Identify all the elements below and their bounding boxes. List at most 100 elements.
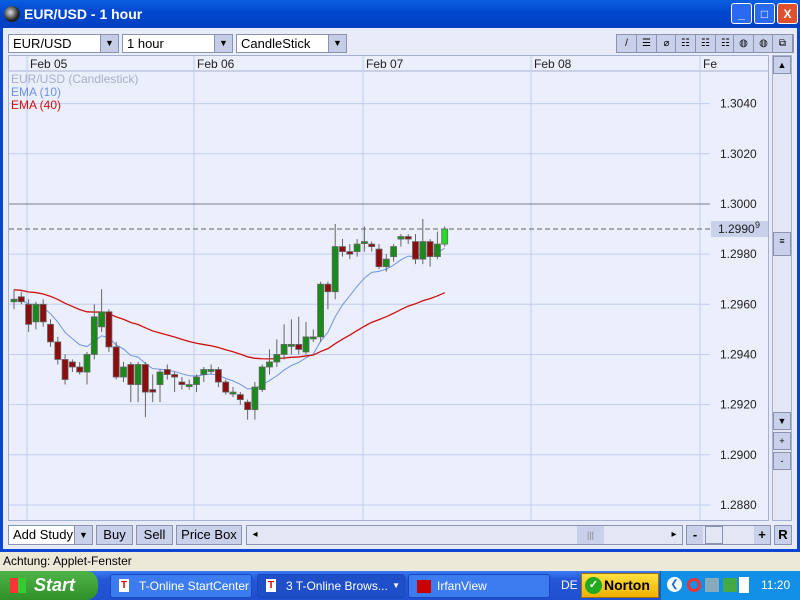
candle — [353, 243, 361, 253]
candle — [404, 236, 412, 240]
candle — [222, 381, 230, 393]
scroll-down-icon[interactable]: ▼ — [773, 412, 791, 430]
candle — [47, 323, 54, 343]
candle — [397, 236, 405, 240]
start-button[interactable]: Start — [0, 571, 98, 600]
norton-button[interactable]: ✓ Norton — [581, 573, 659, 598]
period-select[interactable]: 1 hour ▼ — [122, 34, 233, 53]
messenger-icon[interactable] — [723, 578, 737, 592]
hlines-tool-icon[interactable]: ☰ — [637, 35, 657, 52]
app-icon — [4, 6, 20, 22]
t-online-icon: T — [266, 579, 277, 592]
candle — [76, 366, 84, 373]
chevron-down-icon[interactable]: ▼ — [214, 35, 232, 52]
detach-window-icon[interactable]: ⧉ — [773, 35, 793, 52]
candle — [214, 369, 222, 383]
detach-tools: ⧉ — [772, 34, 794, 53]
task-browser[interactable]: T 3 T-Online Brows... ▼ — [257, 574, 405, 598]
candle — [273, 354, 281, 363]
candle — [156, 371, 164, 385]
legend-main: EUR/USD (Candlestick) — [11, 72, 139, 86]
candle — [61, 359, 69, 380]
grid-icon[interactable]: ☷ — [676, 35, 696, 52]
candle — [25, 303, 33, 325]
reset-button[interactable]: R — [774, 525, 792, 545]
zoom-minus-button[interactable]: - — [687, 526, 703, 544]
x-tick-label: Feb 08 — [534, 57, 572, 71]
candle — [141, 364, 149, 393]
candle — [178, 381, 186, 385]
task-startcenter[interactable]: T T-Online StartCenter — [110, 574, 252, 598]
add-study-select[interactable]: Add Study ▼ — [8, 525, 93, 545]
chevron-down-icon[interactable]: ▼ — [100, 35, 118, 52]
y-tick-label: 1.2920 — [720, 398, 757, 412]
scroll-left-icon[interactable]: ◂ — [247, 526, 263, 544]
close-button[interactable]: X — [777, 3, 798, 24]
symbol-select[interactable]: EUR/USD ▼ — [8, 34, 119, 53]
candle — [83, 354, 91, 373]
scroll-right-icon[interactable]: ▸ — [666, 526, 682, 544]
candle — [287, 344, 295, 347]
candle — [105, 311, 113, 348]
candle — [324, 283, 332, 293]
window-title: EUR/USD - 1 hour — [24, 6, 143, 22]
scroll-thumb[interactable]: ||| — [577, 526, 604, 544]
color-icon[interactable]: ◍ — [754, 35, 774, 52]
chart-type-value: CandleStick — [241, 36, 311, 51]
candle — [134, 364, 142, 385]
candle — [127, 364, 135, 385]
zoom-in-button[interactable]: + — [773, 432, 791, 450]
vertical-scrollbar[interactable]: ▲ ≡ ▼ + - — [772, 55, 792, 521]
minimize-button[interactable]: _ — [731, 3, 752, 24]
chevron-down-icon[interactable]: ▼ — [74, 526, 92, 544]
grid-tools: ☷ ☷ ☷ — [675, 34, 737, 53]
task-irfanview[interactable]: IrfanView — [408, 574, 550, 598]
candle — [10, 298, 18, 303]
zoom-slider[interactable]: - + — [686, 525, 771, 545]
buy-button[interactable]: Buy — [96, 525, 133, 545]
grid-icon[interactable]: ☷ — [696, 35, 716, 52]
candle — [360, 241, 368, 244]
candle — [302, 336, 310, 353]
candle — [339, 246, 346, 253]
candle — [236, 394, 244, 400]
document-icon[interactable] — [739, 577, 749, 593]
line-tool-icon[interactable]: / — [617, 35, 637, 52]
drawing-tools: / ☰ ⌀ — [616, 34, 678, 53]
candle — [120, 366, 127, 378]
price-box-button[interactable]: Price Box — [176, 525, 242, 545]
legend-ema40: EMA (40) — [11, 98, 62, 112]
horizontal-scrollbar[interactable]: ◂ ||| ▸ — [246, 525, 683, 545]
x-tick-label: Feb 06 — [197, 57, 235, 71]
candle — [433, 243, 441, 258]
current-price-label: 1.2990 — [718, 222, 755, 236]
erase-tool-icon[interactable]: ⌀ — [657, 35, 677, 52]
task-label: 3 T-Online Brows... — [286, 579, 388, 593]
check-icon: ✓ — [585, 577, 602, 594]
chevron-down-icon[interactable]: ▼ — [328, 35, 346, 52]
maximize-button[interactable]: □ — [754, 3, 775, 24]
chart-type-select[interactable]: CandleStick ▼ — [236, 34, 347, 53]
zoom-thumb[interactable] — [705, 526, 723, 544]
scroll-up-icon[interactable]: ▲ — [773, 56, 791, 74]
zoom-out-button[interactable]: - — [773, 452, 791, 470]
chart-area[interactable]: Feb 05 Feb 06 Feb 07 Feb 08 Fe 1.3040 1.3020 1.… — [8, 55, 769, 521]
y-tick-label: 1.3020 — [720, 147, 757, 161]
candle — [368, 243, 376, 247]
tray-app-icon[interactable] — [687, 578, 701, 592]
color-icon[interactable]: ◍ — [734, 35, 754, 52]
price-chart[interactable]: Feb 05 Feb 06 Feb 07 Feb 08 Fe 1.3040 1.3020 1.… — [9, 56, 768, 520]
irfanview-icon — [417, 580, 431, 593]
candle — [112, 346, 120, 378]
zoom-plus-button[interactable]: + — [754, 526, 770, 544]
candle — [295, 344, 303, 350]
candle — [441, 228, 449, 245]
chevron-down-icon[interactable]: ▼ — [392, 575, 400, 597]
language-indicator[interactable]: DE — [561, 578, 578, 592]
chevron-left-icon[interactable]: ❮ — [667, 577, 682, 592]
sell-button[interactable]: Sell — [136, 525, 173, 545]
x-tick-label: Fe — [703, 57, 717, 71]
network-icon[interactable] — [705, 578, 719, 592]
candle — [266, 361, 273, 368]
scroll-thumb[interactable]: ≡ — [773, 232, 791, 256]
